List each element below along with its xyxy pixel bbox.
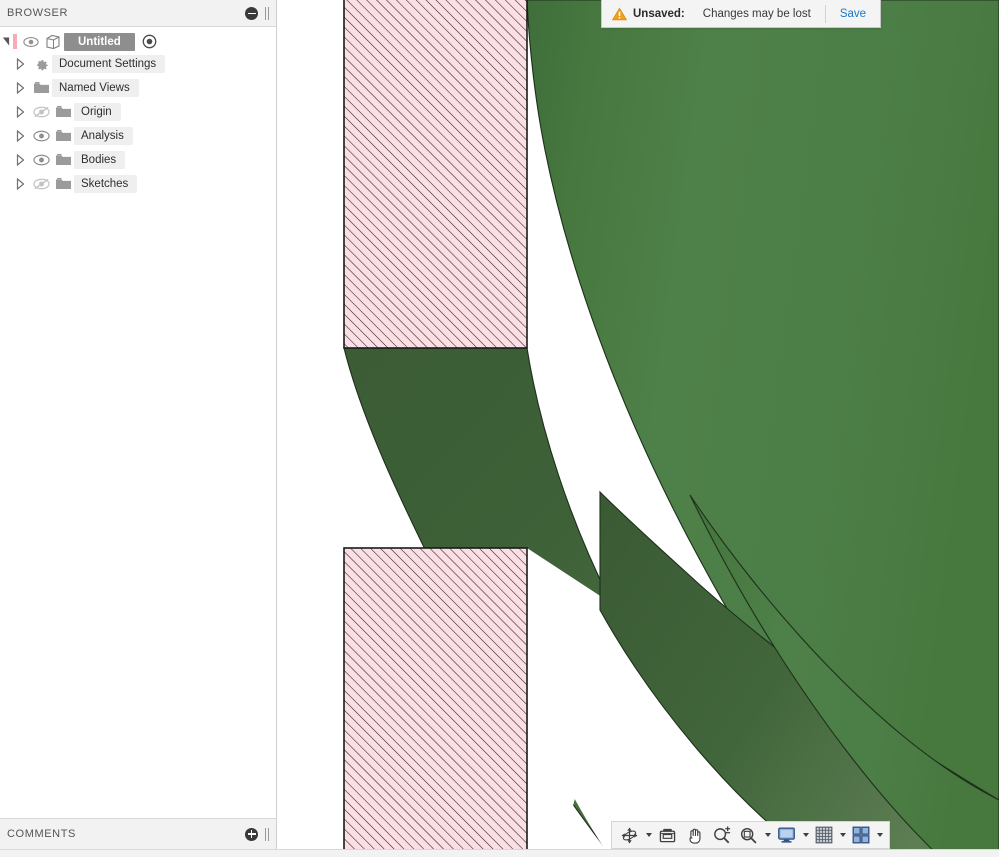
unsaved-message: Changes may be lost: [703, 8, 811, 20]
grid-snaps-dropdown-caret[interactable]: [837, 822, 848, 848]
root-collapse-icon[interactable]: [2, 36, 10, 47]
drag-handle-icon[interactable]: [263, 827, 272, 842]
chevron-right-icon[interactable]: [10, 154, 30, 166]
visibility-toggle-sketches[interactable]: [30, 178, 52, 190]
pan-button[interactable]: [681, 822, 708, 848]
viewports-dropdown-caret[interactable]: [874, 822, 885, 848]
unsaved-label: Unsaved:: [633, 8, 685, 20]
zoom-button[interactable]: [708, 822, 735, 848]
folder-icon: [52, 105, 74, 119]
comments-panel-header[interactable]: COMMENTS: [0, 818, 277, 849]
sidebar-item-label: Analysis: [74, 127, 133, 145]
chevron-right-icon[interactable]: [10, 58, 30, 70]
section-cut-upper[interactable]: [344, 0, 527, 348]
tree-root-untitled[interactable]: Untitled: [0, 31, 276, 52]
sidebar-item-label: Bodies: [74, 151, 125, 169]
sidebar-item-origin[interactable]: Origin: [0, 100, 276, 124]
visibility-toggle-analysis[interactable]: [30, 130, 52, 142]
hand-pan-icon: [685, 826, 704, 845]
look-at-button[interactable]: [654, 822, 681, 848]
chevron-right-icon[interactable]: [10, 130, 30, 142]
look-at-icon: [658, 827, 677, 844]
zoom-window-button[interactable]: [735, 822, 762, 848]
sidebar-item-document-settings[interactable]: Document Settings: [0, 52, 276, 76]
eye-visible-icon: [33, 130, 50, 142]
viewport-quad-icon: [852, 826, 870, 844]
sidebar-item-analysis[interactable]: Analysis: [0, 124, 276, 148]
zoom-window-dropdown-caret[interactable]: [762, 822, 773, 848]
sidebar-item-label: Named Views: [52, 79, 139, 97]
display-settings-dropdown-caret[interactable]: [800, 822, 811, 848]
visibility-toggle-bodies[interactable]: [30, 154, 52, 166]
minus-circle-icon[interactable]: [245, 7, 258, 20]
monitor-display-icon: [777, 826, 796, 844]
timeline-marker: [13, 34, 17, 49]
sidebar-item-sketches[interactable]: Sketches: [0, 172, 276, 196]
orbit-icon: [620, 826, 639, 845]
sidebar-item-named-views[interactable]: Named Views: [0, 76, 276, 100]
folder-icon: [30, 81, 52, 95]
display-settings-button[interactable]: [773, 822, 800, 848]
folder-icon: [52, 153, 74, 167]
chevron-right-icon[interactable]: [10, 178, 30, 190]
save-button[interactable]: Save: [826, 8, 880, 20]
drag-handle-icon[interactable]: [263, 6, 272, 21]
root-node-label: Untitled: [64, 33, 135, 51]
plus-circle-icon[interactable]: [245, 828, 258, 841]
section-cut-lower[interactable]: [344, 548, 527, 857]
orbit-dropdown-caret[interactable]: [643, 822, 654, 848]
root-visibility-toggle[interactable]: [20, 36, 42, 48]
sidebar-item-bodies[interactable]: Bodies: [0, 148, 276, 172]
sidebar-item-label: Document Settings: [52, 55, 165, 73]
chevron-right-icon[interactable]: [10, 82, 30, 94]
warning-triangle-icon: [612, 7, 627, 21]
unsaved-banner[interactable]: Unsaved: Changes may be lost Save: [601, 0, 881, 28]
zoom-plusminus-icon: [712, 826, 731, 845]
chevron-right-icon[interactable]: [10, 106, 30, 118]
viewports-button[interactable]: [848, 822, 874, 848]
browser-tree[interactable]: Untitled Document Settings: [0, 27, 276, 818]
eye-visible-icon: [33, 154, 50, 166]
sidebar-item-label: Sketches: [74, 175, 137, 193]
view-navigation-bar[interactable]: [611, 821, 890, 849]
sidebar-item-label: Origin: [74, 103, 121, 121]
zoom-window-icon: [739, 826, 758, 845]
eye-hidden-icon: [33, 178, 50, 190]
browser-panel-header: BROWSER: [0, 0, 276, 27]
browser-panel-title: BROWSER: [0, 7, 68, 19]
eye-hidden-icon: [33, 106, 50, 118]
radio-target-icon[interactable]: [139, 34, 161, 49]
comments-panel-title: COMMENTS: [0, 828, 76, 840]
eye-visible-icon: [23, 36, 39, 48]
orbit-button[interactable]: [616, 822, 643, 848]
visibility-toggle-origin[interactable]: [30, 106, 52, 118]
grid-icon: [815, 826, 833, 844]
gear-icon: [30, 56, 52, 72]
folder-icon: [52, 129, 74, 143]
browser-panel[interactable]: BROWSER: [0, 0, 277, 818]
component-cube-icon: [42, 34, 64, 50]
grid-snaps-button[interactable]: [811, 822, 837, 848]
folder-icon: [52, 177, 74, 191]
status-bar: [0, 849, 999, 857]
